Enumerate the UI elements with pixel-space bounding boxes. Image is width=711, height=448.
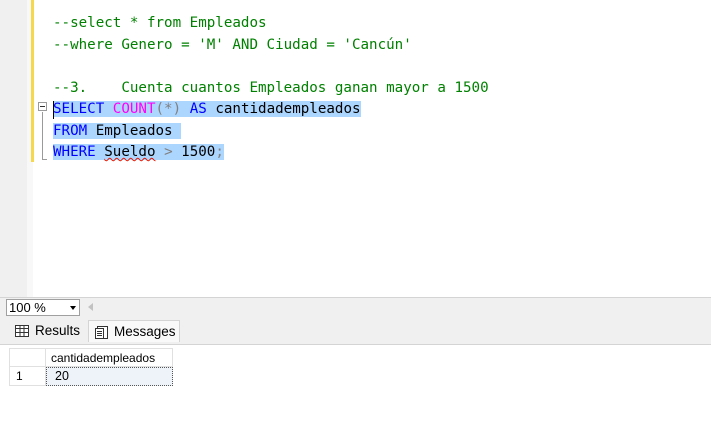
message-page-icon [95,326,108,339]
code-token: cantidadempleados [206,101,361,117]
code-token: WHERE [53,144,96,160]
code-token: Empleados [87,122,182,139]
code-line[interactable] [53,56,489,78]
grid-cell[interactable]: 20 [46,367,173,386]
code-content: --select * from Empleados [53,15,267,31]
editor-gutter [0,0,27,297]
tab-messages-label: Messages [114,324,176,339]
scroll-left-arrow-icon[interactable] [88,303,93,311]
results-grid[interactable]: cantidadempleados 1 20 [0,344,711,448]
code-token: --where Genero = 'M' AND Ciudad = 'Cancú… [53,36,412,53]
code-token: (*) [155,101,182,117]
chevron-down-icon [70,306,76,310]
code-token: SELECT [53,101,105,117]
code-token: --3. Cuenta cuantos Empleados ganan mayo… [53,79,489,96]
code-text[interactable]: --select * from Empleados --where Genero … [53,13,489,164]
tab-results[interactable]: Results [8,320,86,342]
code-token: Sueldo [104,144,156,160]
code-line[interactable]: WHERE Sueldo > 1500; [53,142,489,164]
column-header[interactable]: cantidadempleados [46,348,173,367]
code-token: COUNT [112,101,156,117]
code-token: AS [189,101,207,117]
row-number[interactable]: 1 [9,367,46,386]
code-line[interactable]: --where Genero = 'M' AND Ciudad = 'Cancú… [53,35,489,57]
tab-results-label: Results [35,323,81,338]
code-content: --where Genero = 'M' AND Ciudad = 'Cancú… [53,37,412,53]
zoom-dropdown[interactable]: 100 % [6,299,80,316]
code-token: ; [215,144,224,160]
grid-table-icon [15,325,29,337]
tab-messages[interactable]: Messages [88,320,180,342]
text-caret [53,101,54,119]
code-token: --select * from Empleados [53,15,267,31]
code-token: FROM [53,122,88,139]
code-content: --3. Cuenta cuantos Empleados ganan mayo… [53,80,489,96]
code-line[interactable]: FROM Empleados [53,121,489,143]
code-line[interactable]: --3. Cuenta cuantos Empleados ganan mayo… [53,78,489,100]
selected-code: SELECT COUNT(*) AS cantidadempleados [53,101,361,117]
editor-statusbar: 100 % [0,297,711,318]
code-token: > [164,144,173,160]
outline-end [42,159,47,160]
selected-code: FROM Empleados [53,122,182,139]
code-line[interactable]: --select * from Empleados [53,13,489,35]
collapse-minus-icon[interactable] [38,102,47,111]
grid-corner-cell[interactable] [9,348,46,367]
code-line[interactable]: SELECT COUNT(*) AS cantidadempleados [53,99,489,121]
zoom-value: 100 % [9,300,46,315]
results-tabbar: Results Messages [0,318,711,344]
selected-code: WHERE Sueldo > 1500; [53,144,224,160]
outline-line [42,112,43,160]
code-token: 1500 [172,144,216,160]
